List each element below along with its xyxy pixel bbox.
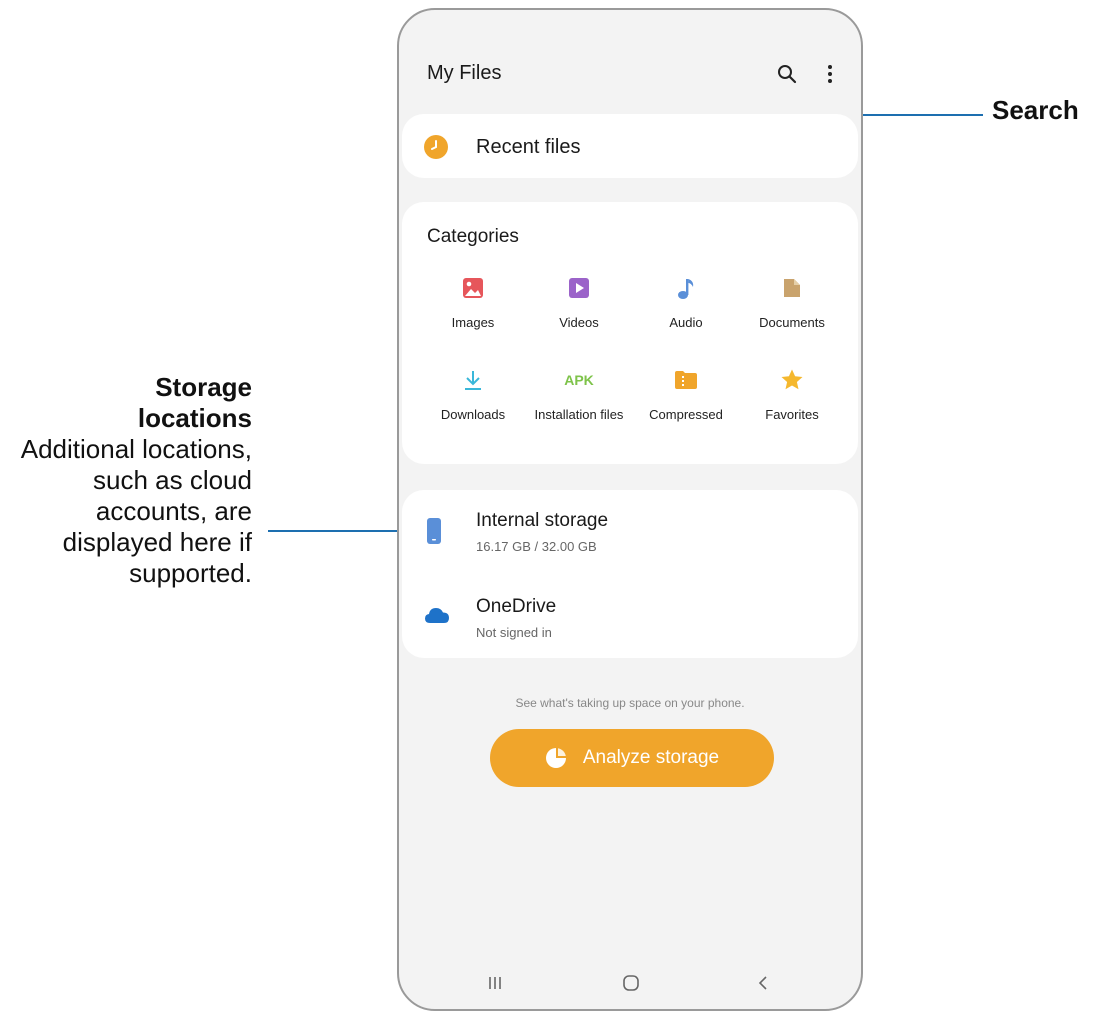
video-icon [529,276,629,300]
home-icon[interactable] [611,968,651,998]
storage-callout-description: Additional locations, such as cloud acco… [20,434,252,588]
category-label: Downloads [440,407,506,422]
cloud-icon [424,606,450,629]
storage-detail: Not signed in [476,625,552,640]
category-label: Compressed [649,407,723,422]
category-audio[interactable]: Audio [636,276,736,331]
back-icon[interactable] [743,968,783,998]
clock-icon [424,135,448,159]
category-label: Audio [669,315,703,330]
navigation-bar [399,968,861,998]
analyze-storage-label: Analyze storage [582,747,720,768]
category-videos[interactable]: Videos [529,276,629,331]
folder-zip-icon [636,368,736,392]
music-note-icon [636,276,736,300]
category-installation-files[interactable]: APK Installation files [529,368,629,423]
storage-name: OneDrive [476,596,557,617]
category-label: Installation files [534,407,624,422]
category-label: Images [451,315,495,330]
recents-icon[interactable] [475,968,515,998]
search-icon[interactable] [776,62,798,86]
storage-name: Internal storage [476,510,609,531]
download-icon [423,368,523,392]
category-downloads[interactable]: Downloads [423,368,523,423]
analyze-storage-icon [545,747,567,769]
categories-heading: Categories [427,226,519,247]
storage-callout-title-2: locations [137,403,252,433]
category-label: Documents [759,315,825,330]
storage-locations-card: Internal storage 16.17 GB / 32.00 GB One… [402,490,858,658]
app-title: My Files [427,62,502,84]
storage-callout: Storage locations Additional locations, … [0,372,252,589]
more-options-icon[interactable] [819,62,841,86]
category-compressed[interactable]: Compressed [636,368,736,423]
storage-item-internal[interactable]: Internal storage 16.17 GB / 32.00 GB [402,490,858,570]
star-icon [742,368,842,392]
phone-screen: My Files Recent files Categories Images … [397,8,863,1011]
image-icon [423,276,523,300]
analyze-hint: See what's taking up space on your phone… [515,696,745,710]
recent-files-row[interactable]: Recent files [402,114,858,178]
storage-callout-line [268,530,406,532]
category-images[interactable]: Images [423,276,523,331]
recent-files-label: Recent files [476,136,581,158]
storage-callout-title-1: Storage [155,372,252,402]
search-callout-label: Search [992,95,1079,125]
storage-detail: 16.17 GB / 32.00 GB [476,539,597,554]
analyze-storage-button[interactable]: Analyze storage [490,729,774,787]
categories-card: Categories Images Videos Audio Documents [402,202,858,464]
category-favorites[interactable]: Favorites [742,368,842,423]
category-label: Videos [559,315,599,330]
storage-item-onedrive[interactable]: OneDrive Not signed in [402,576,858,656]
document-icon [742,276,842,300]
phone-icon [424,517,444,550]
apk-icon: APK [564,372,594,388]
category-documents[interactable]: Documents [742,276,842,331]
category-label: Favorites [765,407,819,422]
